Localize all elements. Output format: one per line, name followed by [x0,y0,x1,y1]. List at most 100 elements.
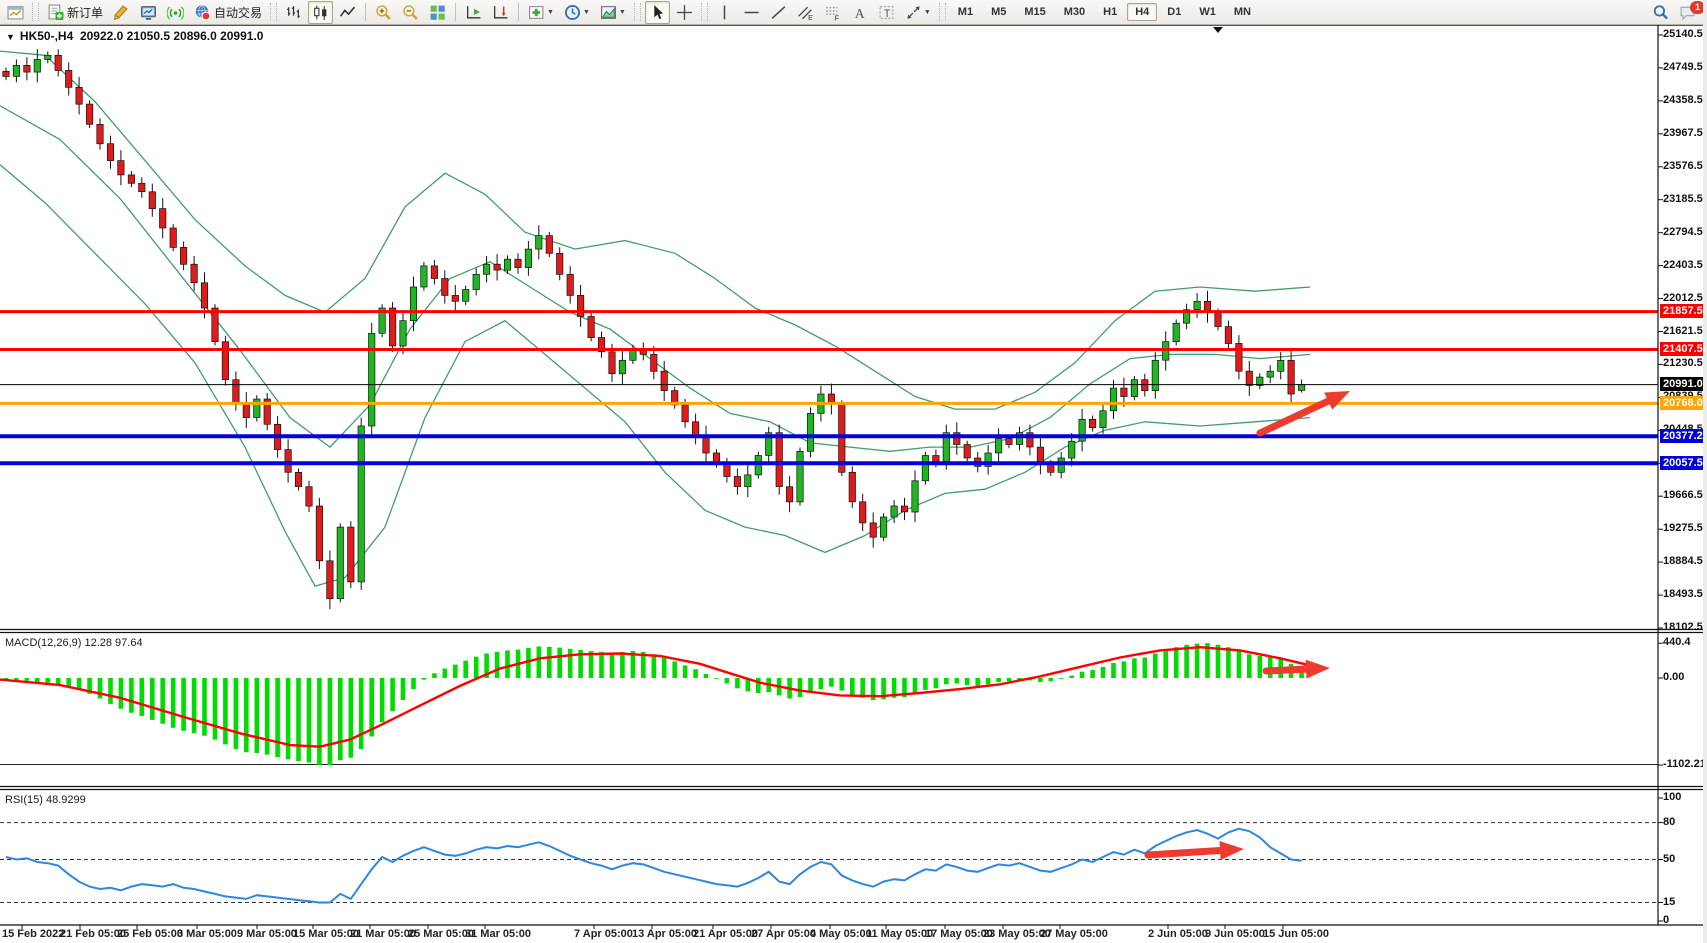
candles-icon [312,4,329,21]
timeframe-m30-button[interactable]: M30 [1056,3,1093,21]
dropdown-caret-icon[interactable]: ▼ [583,9,590,16]
cursor-icon [649,4,666,21]
candlestick-series [0,49,1310,609]
new-order-button[interactable]: 新订单 [43,1,107,24]
metaeditor-button[interactable] [109,1,134,24]
timeframe-h4-button[interactable]: H4 [1127,3,1157,21]
autotrade-icon [194,4,211,21]
labelT-icon: T [878,4,895,21]
toolbar-right: 1 [1647,0,1701,25]
drawn-arrow-rsi[interactable] [1148,841,1244,860]
chartwin-icon [7,4,24,21]
auto-trading-button[interactable]: 自动交易 [190,1,266,24]
dropdown-caret-icon[interactable]: ▼ [547,9,554,16]
rsi-indicator-label: RSI(15) 48.9299 [5,794,86,806]
chart-top-marker-icon [1213,27,1223,33]
macd-indicator-label: MACD(12,26,9) 12.28 97.64 [5,637,143,649]
hline-icon [743,4,760,21]
tile-windows-button[interactable] [425,1,450,24]
shapes-icon [905,4,922,21]
toolbar-grip [270,3,277,21]
new-order-label: 新订单 [67,4,103,21]
toolbar-grip [32,3,39,21]
chart-shift-button[interactable] [488,1,513,24]
timeframe-m5-button[interactable]: M5 [983,3,1014,21]
monitor-icon [140,4,157,21]
toolbar-grip [701,3,708,21]
textA-icon: A [851,4,868,21]
fibonacci-tool-button[interactable]: F [820,1,845,24]
label-tool-button[interactable]: T [874,1,899,24]
auto-scroll-button[interactable] [461,1,486,24]
chartshift-icon [492,4,509,21]
brush-icon [113,4,130,21]
text-tool-button[interactable]: A [847,1,872,24]
vertical-line-tool-button[interactable] [712,1,737,24]
zoom-out-button[interactable] [398,1,423,24]
window-right-edge [1703,0,1707,943]
chart-collapse-icon[interactable]: ▼ [6,32,15,42]
search-icon [1652,4,1669,21]
zoomout-icon [402,4,419,21]
svg-text:A: A [855,5,865,20]
timeframe-m15-button[interactable]: M15 [1016,3,1053,21]
chart-title: ▼ HK50-,H4 20922.0 21050.5 20896.0 20991.… [6,29,263,43]
toolbar-separator [455,3,456,21]
svg-text:E: E [808,14,813,20]
channel-tool-button[interactable]: E [793,1,818,24]
tiles-icon [429,4,446,21]
notifications-button[interactable]: 1 [1675,1,1700,24]
timeframe-h1-button[interactable]: H1 [1095,3,1125,21]
zoomin-icon [375,4,392,21]
toolbar: 新订单 自动交易 ▼ ▼ ▼ E F A T ▼ M1M5M15M30H1H4D1W1MN [0,0,1707,25]
bar-chart-mode-button[interactable] [281,1,306,24]
autoscroll-icon [465,4,482,21]
toolbar-separator [365,3,366,21]
indicators-icon [528,4,545,21]
rsi-line [6,829,1302,903]
line-chart-mode-button[interactable] [335,1,360,24]
clock-icon [564,4,581,21]
templates-button[interactable]: ▼ [596,1,630,24]
timeframe-w1-button[interactable]: W1 [1191,3,1224,21]
crosshair-icon [676,4,693,21]
chart-area[interactable]: 25140.524749.524358.523967.523576.523185… [0,25,1707,943]
signal-icon [167,4,184,21]
terminal-window: 新订单 自动交易 ▼ ▼ ▼ E F A T ▼ M1M5M15M30H1H4D1W1MN 1 25… [0,0,1707,943]
shapes-tool-button[interactable]: ▼ [901,1,935,24]
crosshair-tool-button[interactable] [672,1,697,24]
linechart-icon [339,4,356,21]
cursor-tool-button[interactable] [645,1,670,24]
svg-text:T: T [884,7,891,19]
toolbar-grip [939,3,946,21]
svg-text:F: F [834,13,839,21]
chart-canvas[interactable] [0,25,1707,943]
search-button[interactable] [1648,1,1673,24]
chart-window-button[interactable] [3,1,28,24]
vline-icon [716,4,733,21]
channel-icon: E [797,4,814,21]
zoom-in-button[interactable] [371,1,396,24]
timeframe-m1-button[interactable]: M1 [950,3,981,21]
fibo-icon: F [824,4,841,21]
signals-button[interactable] [163,1,188,24]
candlestick-mode-button[interactable] [308,1,333,24]
timeframe-mn-button[interactable]: MN [1226,3,1259,21]
template-icon [600,4,617,21]
periods-button[interactable]: ▼ [560,1,594,24]
dropdown-caret-icon[interactable]: ▼ [619,9,626,16]
auto-trading-label: 自动交易 [214,4,262,21]
market-watch-button[interactable] [136,1,161,24]
drawn-arrow-main[interactable] [1260,391,1350,433]
chart-symbol-period: HK50-,H4 [20,29,73,43]
neworder-icon [47,4,64,21]
indicators-button[interactable]: ▼ [524,1,558,24]
toolbar-grip [634,3,641,21]
toolbar-separator [518,3,519,21]
chart-ohlc-values: 20922.0 21050.5 20896.0 20991.0 [80,29,264,43]
tline-icon [770,4,787,21]
horizontal-line-tool-button[interactable] [739,1,764,24]
dropdown-caret-icon[interactable]: ▼ [924,9,931,16]
timeframe-d1-button[interactable]: D1 [1159,3,1189,21]
trendline-tool-button[interactable] [766,1,791,24]
